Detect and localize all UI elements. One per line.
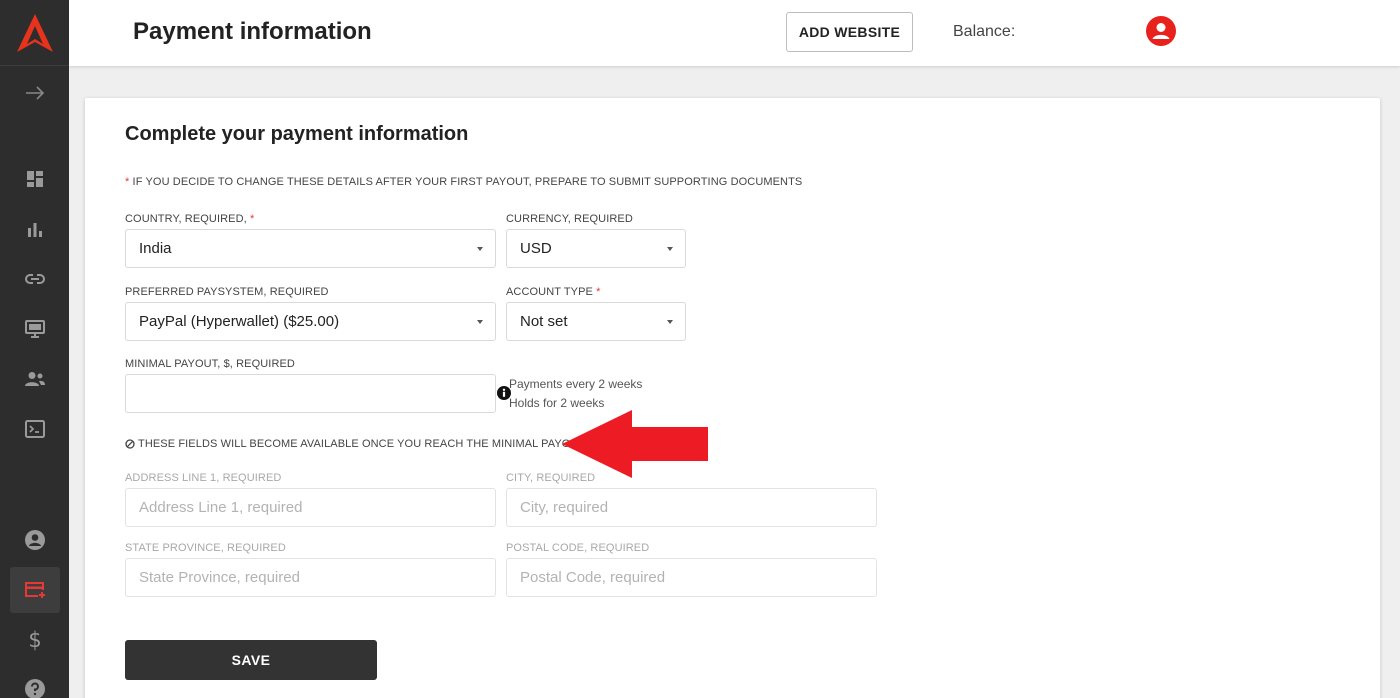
disabled-fields-notice: THESE FIELDS WILL BECOME AVAILABLE ONCE …	[125, 438, 585, 450]
minimal-payout-input[interactable]	[125, 374, 496, 413]
sidebar-item-referrals[interactable]	[10, 356, 60, 402]
monitor-icon	[25, 320, 45, 338]
terminal-icon	[25, 420, 45, 438]
currency-select[interactable]: USD	[506, 229, 686, 268]
paysystem-select[interactable]: PayPal (Hyperwallet) ($25.00)	[125, 302, 496, 341]
help-icon	[25, 679, 45, 698]
sidebar-item-links[interactable]	[10, 256, 60, 302]
account-icon	[25, 530, 45, 550]
payout-frequency-hint: Payments every 2 weeks	[509, 377, 643, 391]
state-province-label: STATE PROVINCE, REQUIRED	[125, 542, 286, 554]
postal-code-label: POSTAL CODE, REQUIRED	[506, 542, 650, 554]
account-type-value: Not set	[520, 313, 568, 330]
city-input[interactable]	[506, 488, 877, 527]
paysystem-value: PayPal (Hyperwallet) ($25.00)	[139, 313, 340, 330]
account-type-label: ACCOUNT TYPE *	[506, 286, 601, 298]
sidebar-item-billing[interactable]: $	[10, 617, 60, 663]
chevron-down-icon	[477, 247, 483, 251]
balance-label: Balance:	[953, 23, 1016, 40]
sidebar-item-websites[interactable]	[10, 306, 60, 352]
chevron-down-icon	[667, 247, 673, 251]
sidebar-item-dashboard[interactable]	[10, 156, 60, 202]
account-type-select[interactable]: Not set	[506, 302, 686, 341]
logo-icon	[16, 13, 53, 52]
dashboard-icon	[27, 171, 43, 187]
sidebar-expand-button[interactable]	[10, 70, 60, 116]
country-label: COUNTRY, REQUIRED, *	[125, 213, 255, 225]
sidebar-item-payment[interactable]	[10, 567, 60, 613]
sidebar-item-help[interactable]	[10, 666, 60, 698]
add-website-button[interactable]: ADD WEBSITE	[786, 12, 913, 52]
sidebar-item-api[interactable]	[10, 406, 60, 452]
country-value: India	[139, 240, 172, 257]
link-icon	[25, 274, 45, 284]
page-title: Payment information	[133, 18, 372, 45]
change-details-notice: * IF YOU DECIDE TO CHANGE THESE DETAILS …	[125, 176, 803, 188]
chevron-down-icon	[477, 320, 483, 324]
chevron-down-icon	[667, 320, 673, 324]
sidebar-item-statistics[interactable]	[10, 206, 60, 252]
paysystem-label: PREFERRED PAYSYSTEM, REQUIRED	[125, 286, 329, 298]
brand-logo[interactable]	[0, 0, 69, 66]
sidebar-item-profile[interactable]	[10, 517, 60, 563]
arrow-right-icon	[26, 86, 45, 100]
annotation-arrow-icon	[562, 410, 708, 478]
currency-value: USD	[520, 240, 552, 257]
address-line-1-label: ADDRESS LINE 1, REQUIRED	[125, 472, 282, 484]
form-title: Complete your payment information	[125, 123, 469, 145]
sidebar: $	[0, 0, 69, 698]
user-avatar-icon	[1146, 16, 1176, 46]
state-province-input[interactable]	[125, 558, 496, 597]
minimal-payout-label: MINIMAL PAYOUT, $, REQUIRED	[125, 358, 295, 370]
top-header: Payment information ADD WEBSITE Balance:	[69, 0, 1400, 66]
payout-hold-hint: Holds for 2 weeks	[509, 396, 605, 410]
address-line-1-input[interactable]	[125, 488, 496, 527]
payment-card-icon	[25, 582, 45, 598]
dollar-icon: $	[28, 628, 42, 652]
user-avatar[interactable]	[1146, 16, 1176, 46]
users-icon	[25, 372, 45, 386]
postal-code-input[interactable]	[506, 558, 877, 597]
save-button[interactable]: SAVE	[125, 640, 377, 680]
payment-form-card: Complete your payment information * IF Y…	[85, 98, 1380, 698]
currency-label: CURRENCY, REQUIRED	[506, 213, 633, 225]
country-select[interactable]: India	[125, 229, 496, 268]
block-icon	[125, 439, 135, 449]
bar-chart-icon	[28, 223, 42, 237]
